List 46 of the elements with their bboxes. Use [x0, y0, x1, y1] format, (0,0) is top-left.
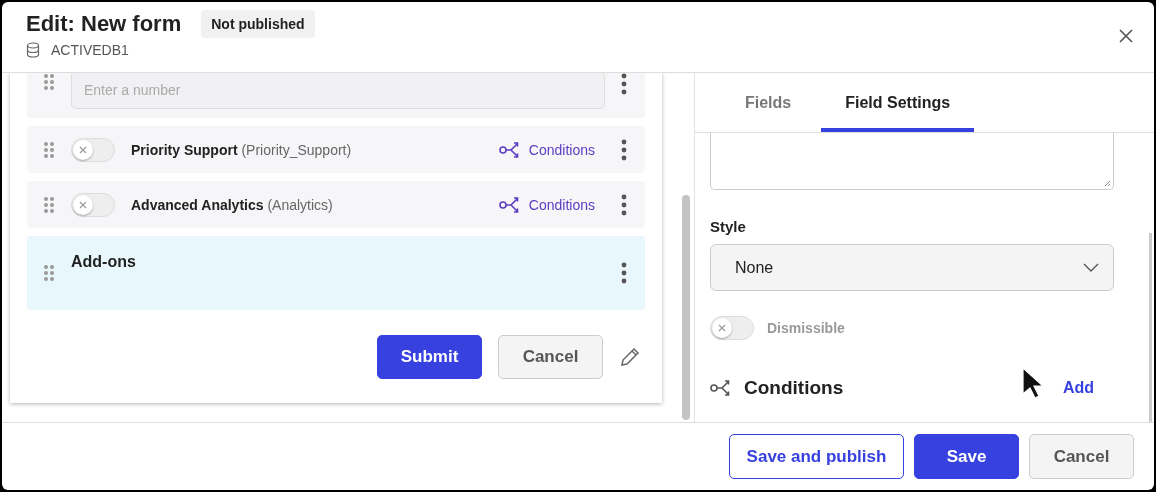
- cancel-button[interactable]: Cancel: [498, 335, 603, 379]
- tab[interactable]: Fields: [725, 73, 812, 132]
- resize-grip-icon[interactable]: [1103, 179, 1111, 187]
- submit-button[interactable]: Submit: [377, 335, 482, 379]
- mouse-pointer-icon: [1022, 367, 1044, 399]
- window-title: Edit: New form: [26, 11, 182, 37]
- form-section-row[interactable]: Add-ons: [27, 236, 645, 310]
- status-badge: Not published: [201, 10, 315, 38]
- toggle-switch[interactable]: [71, 192, 115, 217]
- tab[interactable]: Field Settings: [821, 73, 975, 132]
- more-options-icon[interactable]: [621, 262, 627, 284]
- cancel-button[interactable]: Cancel: [1029, 434, 1134, 479]
- style-select[interactable]: None: [710, 244, 1114, 291]
- drag-handle-icon[interactable]: [43, 73, 55, 91]
- pencil-icon[interactable]: [619, 346, 641, 368]
- close-icon[interactable]: [1118, 28, 1134, 44]
- dismissible-label: Dismissible: [767, 320, 845, 336]
- toggle-switch[interactable]: [71, 137, 115, 162]
- section-title: Add-ons: [71, 253, 137, 271]
- drag-handle-icon[interactable]: [43, 140, 55, 159]
- add-link[interactable]: Add: [1062, 379, 1094, 397]
- drag-handle-icon[interactable]: [43, 195, 55, 214]
- database-name: ACTIVEDB1: [51, 42, 129, 58]
- style-label: Style: [710, 218, 747, 235]
- scrollbar[interactable]: [682, 195, 690, 420]
- save-and-publish-button[interactable]: Save and publish: [729, 434, 904, 479]
- conditions-link[interactable]: Conditions: [498, 195, 595, 214]
- form-field-row[interactable]: Advanced Analytics (Analytics) Conditions: [27, 181, 645, 228]
- x-icon: [79, 200, 87, 209]
- more-options-icon[interactable]: [621, 193, 627, 216]
- drag-handle-icon[interactable]: [43, 264, 55, 282]
- chevron-down-icon: [1083, 262, 1099, 273]
- database-icon: [26, 42, 40, 58]
- form-field-row[interactable]: Priority Support (Priority_Support) Conditions: [27, 126, 645, 173]
- dismissible-toggle[interactable]: [710, 316, 754, 340]
- field-label: Advanced Analytics (Analytics): [131, 196, 334, 213]
- field-label: Priority Support (Priority_Support): [131, 141, 353, 158]
- x-icon: [718, 324, 726, 332]
- scrollbar[interactable]: [1149, 233, 1152, 422]
- x-icon: [79, 145, 87, 154]
- conditions-link[interactable]: Conditions: [498, 140, 595, 159]
- text-area[interactable]: [710, 133, 1114, 190]
- more-options-icon[interactable]: [621, 73, 627, 95]
- conditions-heading: Conditions: [744, 377, 844, 399]
- more-options-icon[interactable]: [621, 138, 627, 161]
- save-button[interactable]: Save: [914, 434, 1019, 479]
